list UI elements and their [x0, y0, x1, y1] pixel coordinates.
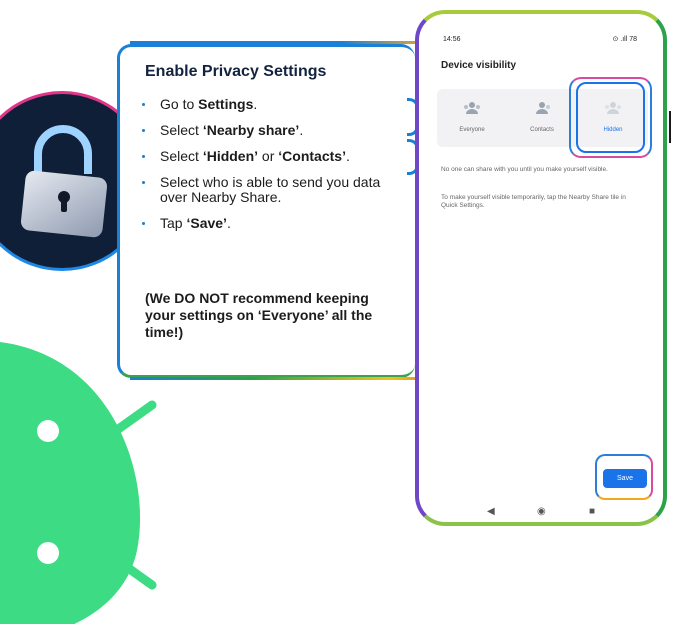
option-contacts[interactable]: Contacts	[507, 89, 577, 147]
privacy-instructions-card: Enable Privacy Settings Go to Settings. …	[117, 44, 415, 378]
visibility-hint: To make yourself visible temporarily, ta…	[441, 194, 626, 209]
card-title: Enable Privacy Settings	[145, 63, 327, 80]
bullet-icon	[142, 103, 145, 106]
warning-note: (We DO NOT recommend keeping your settin…	[145, 290, 373, 340]
status-time: 14:56	[443, 36, 461, 43]
step-item: Select ‘Hidden’ or ‘Contacts’.	[140, 149, 405, 164]
phone-screenshot: 14:56 ⊙ .ıll 78 Device visibility Everyo…	[415, 10, 667, 526]
option-everyone[interactable]: Everyone	[437, 89, 507, 147]
option-label: Everyone	[459, 127, 485, 133]
people-icon	[464, 102, 480, 114]
bullet-icon	[142, 129, 145, 132]
recents-icon[interactable]: ■	[589, 506, 595, 517]
bullet-icon	[142, 181, 145, 184]
visibility-description: No one can share with you until you make…	[441, 166, 608, 173]
steps-list: Go to Settings. Select ‘Nearby share’. S…	[140, 97, 405, 242]
step-item: Select who is able to send you data over…	[140, 175, 405, 205]
save-button[interactable]: Save	[603, 469, 647, 488]
status-icons: ⊙ .ıll 78	[612, 36, 637, 43]
step-item: Go to Settings.	[140, 97, 405, 112]
option-label: Contacts	[530, 127, 554, 133]
page-title: Device visibility	[441, 60, 517, 71]
home-icon[interactable]: ◉	[537, 506, 546, 517]
bullet-icon	[142, 222, 145, 225]
bullet-icon	[142, 155, 145, 158]
phone-side-indicator	[669, 111, 671, 143]
step-item: Select ‘Nearby share’.	[140, 123, 405, 138]
contacts-icon	[536, 102, 550, 114]
back-icon[interactable]: ◀	[487, 506, 495, 517]
highlight-frame	[569, 77, 652, 158]
step-item: Tap ‘Save’.	[140, 216, 405, 231]
card-bottom-border	[130, 377, 435, 380]
nav-bar: ◀ ◉ ■	[419, 502, 663, 522]
